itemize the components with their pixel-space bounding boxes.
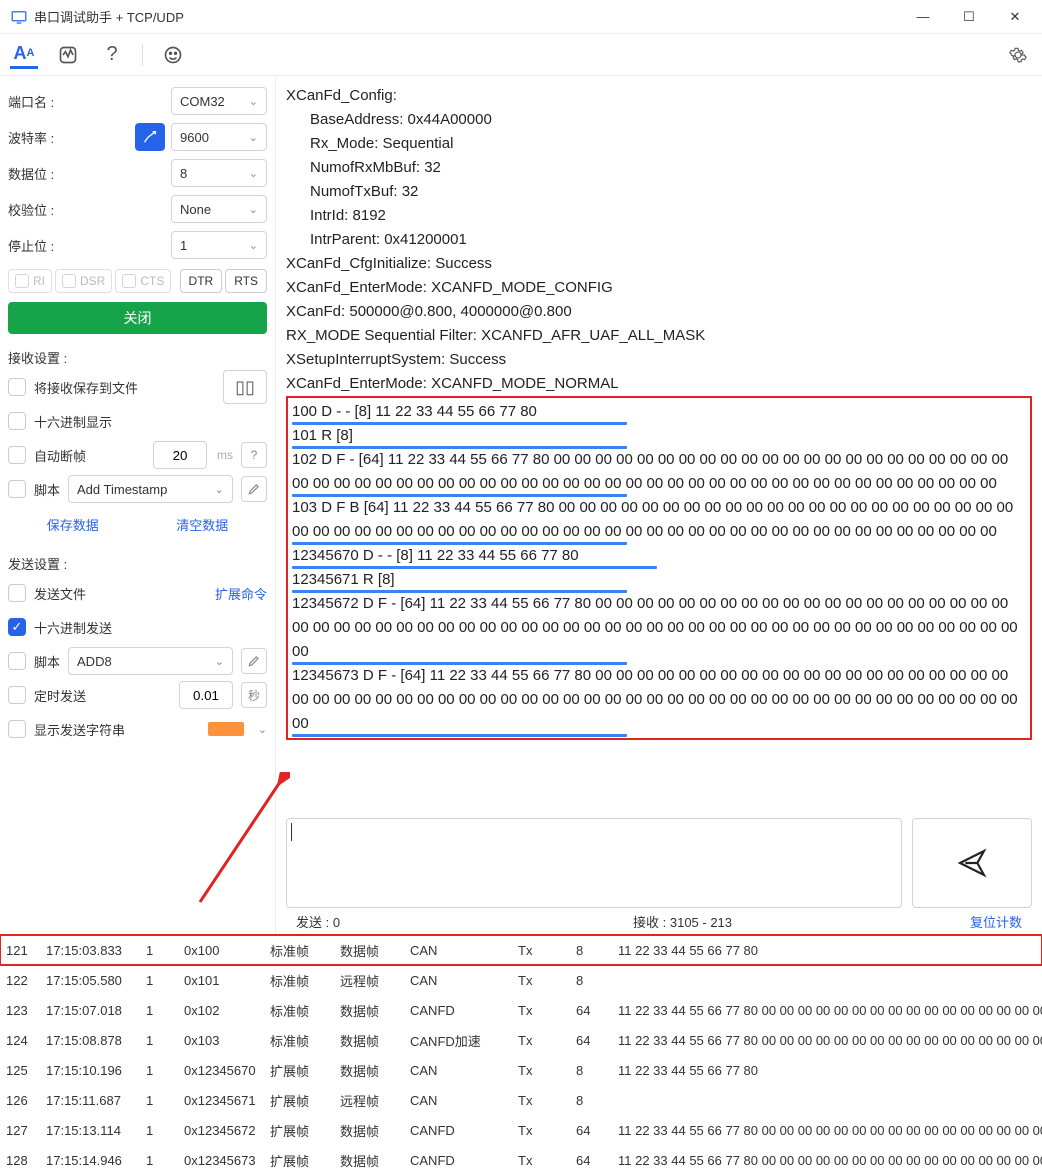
status-bar: 发送 : 0 接收 : 3105 - 213 复位计数	[286, 908, 1032, 935]
hex-display-checkbox[interactable]	[8, 412, 26, 430]
parity-select[interactable]: None⌄	[171, 195, 267, 223]
auto-break-checkbox[interactable]	[8, 446, 26, 464]
databits-label: 数据位 :	[8, 164, 64, 183]
parity-label: 校验位 :	[8, 200, 64, 219]
toolbar: AA ?	[0, 34, 1042, 76]
chevron-down-icon: ⌄	[249, 131, 258, 144]
chevron-down-icon: ⌄	[249, 95, 258, 108]
auto-break-input[interactable]	[153, 441, 207, 469]
pause-button[interactable]: ▯▯	[223, 370, 267, 404]
show-send-string-checkbox[interactable]	[8, 720, 26, 738]
main-panel: XCanFd_Config:BaseAddress: 0x44A00000Rx_…	[276, 76, 1042, 935]
baud-auto-button[interactable]	[135, 123, 165, 151]
port-name-label: 端口名 :	[8, 92, 64, 111]
chevron-down-icon: ⌄	[249, 167, 258, 180]
table-row[interactable]: 12817:15:14.94610x12345673扩展帧数据帧CANFDTx6…	[0, 1145, 1042, 1175]
send-button[interactable]	[912, 818, 1032, 908]
app-icon	[10, 8, 28, 26]
pin-dtr-button[interactable]: DTR	[180, 269, 223, 293]
save-data-link[interactable]: 保存数据	[47, 515, 99, 534]
timed-send-input[interactable]	[179, 681, 233, 709]
script-label: 脚本	[34, 480, 60, 499]
stopbits-select[interactable]: 1⌄	[171, 231, 267, 259]
databits-select[interactable]: 8⌄	[171, 159, 267, 187]
table-row[interactable]: 12617:15:11.68710x12345671扩展帧远程帧CANTx8	[0, 1085, 1042, 1115]
smiley-tool[interactable]	[159, 41, 187, 69]
recv-count-value: 3105 - 213	[670, 915, 732, 930]
table-row[interactable]: 12417:15:08.87810x103标准帧数据帧CANFD加速Tx6411…	[0, 1025, 1042, 1055]
show-send-string-label: 显示发送字符串	[34, 720, 125, 739]
toolbar-divider	[142, 44, 143, 66]
table-row[interactable]: 12117:15:03.83310x100标准帧数据帧CANTx811 22 3…	[0, 935, 1042, 965]
port-select[interactable]: COM32⌄	[171, 87, 267, 115]
settings-tool[interactable]	[1004, 41, 1032, 69]
script2-select[interactable]: ADD8⌄	[68, 647, 233, 675]
waveform-tool[interactable]	[54, 41, 82, 69]
timed-unit-button[interactable]: 秒	[241, 682, 267, 708]
titlebar: 串口调试助手 + TCP/UDP ― ☐ ✕	[0, 0, 1042, 34]
console-output[interactable]: XCanFd_Config:BaseAddress: 0x44A00000Rx_…	[286, 84, 1032, 812]
hex-send-label: 十六进制发送	[34, 618, 112, 637]
recv-section-header: 接收设置 :	[8, 348, 267, 367]
pin-cts: CTS	[115, 269, 171, 293]
chevron-down-icon: ⌄	[249, 239, 258, 252]
font-tool[interactable]: AA	[10, 41, 38, 69]
color-swatch	[208, 722, 244, 736]
script2-label: 脚本	[34, 652, 60, 671]
script2-checkbox[interactable]	[8, 652, 26, 670]
auto-break-help-button[interactable]: ?	[241, 442, 267, 468]
pin-ri: RI	[8, 269, 52, 293]
save-to-file-label: 将接收保存到文件	[34, 378, 138, 397]
minimize-button[interactable]: ―	[900, 2, 946, 32]
hex-display-label: 十六进制显示	[34, 412, 112, 431]
send-count-label: 发送 :	[296, 915, 329, 930]
auto-break-label: 自动断帧	[34, 446, 86, 465]
clear-data-link[interactable]: 清空数据	[176, 515, 228, 534]
chevron-down-icon: ⌄	[249, 203, 258, 216]
reset-counter-link[interactable]: 复位计数	[970, 912, 1022, 931]
table-row[interactable]: 12317:15:07.01810x102标准帧数据帧CANFDTx6411 2…	[0, 995, 1042, 1025]
baud-label: 波特率 :	[8, 128, 64, 147]
chevron-down-icon: ⌄	[215, 483, 224, 496]
frame-table: 12117:15:03.83310x100标准帧数据帧CANTx811 22 3…	[0, 935, 1042, 1175]
table-row[interactable]: 12217:15:05.58010x101标准帧远程帧CANTx8	[0, 965, 1042, 995]
script-select[interactable]: Add Timestamp⌄	[68, 475, 233, 503]
stopbits-label: 停止位 :	[8, 236, 64, 255]
send-textarea[interactable]	[286, 818, 902, 908]
script-edit-button[interactable]	[241, 476, 267, 502]
ext-cmd-link[interactable]: 扩展命令	[215, 584, 267, 603]
chevron-down-icon[interactable]: ⌄	[258, 723, 267, 736]
pin-dsr: DSR	[55, 269, 112, 293]
pin-rts-button[interactable]: RTS	[225, 269, 267, 293]
baud-select[interactable]: 9600⌄	[171, 123, 267, 151]
script2-edit-button[interactable]	[241, 648, 267, 674]
hex-send-checkbox[interactable]: ✓	[8, 618, 26, 636]
timed-send-checkbox[interactable]	[8, 686, 26, 704]
help-tool[interactable]: ?	[98, 41, 126, 69]
close-window-button[interactable]: ✕	[992, 2, 1038, 32]
send-file-label: 发送文件	[34, 584, 86, 603]
window-title: 串口调试助手 + TCP/UDP	[34, 7, 900, 26]
table-row[interactable]: 12517:15:10.19610x12345670扩展帧数据帧CANTx811…	[0, 1055, 1042, 1085]
send-section-header: 发送设置 :	[8, 554, 267, 573]
close-port-button[interactable]: 关闭	[8, 302, 267, 334]
sidebar: 端口名 : COM32⌄ 波特率 : 9600⌄ 数据位 : 8⌄ 校验位 : …	[0, 76, 276, 935]
send-file-checkbox[interactable]	[8, 584, 26, 602]
script-checkbox[interactable]	[8, 480, 26, 498]
save-to-file-checkbox[interactable]	[8, 378, 26, 396]
recv-count-label: 接收 :	[633, 915, 666, 930]
table-row[interactable]: 12717:15:13.11410x12345672扩展帧数据帧CANFDTx6…	[0, 1115, 1042, 1145]
timed-send-label: 定时发送	[34, 686, 86, 705]
chevron-down-icon: ⌄	[215, 655, 224, 668]
send-count-value: 0	[333, 915, 340, 930]
maximize-button[interactable]: ☐	[946, 2, 992, 32]
auto-break-unit: ms	[217, 448, 233, 462]
